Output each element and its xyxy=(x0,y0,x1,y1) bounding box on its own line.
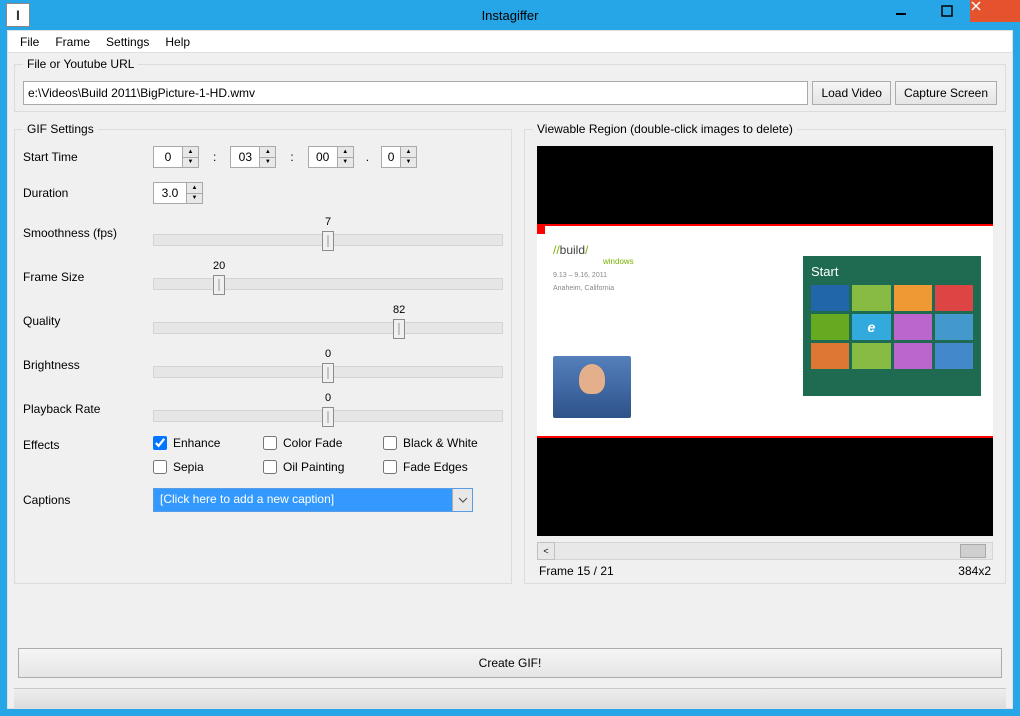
quality-value: 82 xyxy=(153,304,503,316)
maximize-button[interactable] xyxy=(924,0,970,22)
minimize-button[interactable] xyxy=(878,0,924,22)
enhance-checkbox[interactable] xyxy=(153,436,167,450)
app-icon: I xyxy=(6,3,30,27)
url-legend: File or Youtube URL xyxy=(23,57,138,71)
capture-screen-button[interactable]: Capture Screen xyxy=(895,81,997,105)
scrollbar-thumb[interactable] xyxy=(960,544,986,558)
frame-size-label: Frame Size xyxy=(23,270,153,284)
start-ss-down[interactable]: ▼ xyxy=(338,158,353,168)
url-fieldset: File or Youtube URL Load Video Capture S… xyxy=(14,57,1006,112)
start-hh-input[interactable] xyxy=(153,146,183,168)
scroll-left-button[interactable]: < xyxy=(537,542,555,560)
statusbar xyxy=(14,688,1006,708)
presenter-thumbnail xyxy=(553,356,631,418)
smoothness-thumb[interactable] xyxy=(322,231,334,251)
viewer-legend: Viewable Region (double-click images to … xyxy=(533,122,797,136)
playback-thumb[interactable] xyxy=(322,407,334,427)
quality-label: Quality xyxy=(23,314,153,328)
menu-frame[interactable]: Frame xyxy=(47,32,98,52)
frame-size-slider[interactable] xyxy=(153,278,503,290)
start-ff-down[interactable]: ▼ xyxy=(401,158,416,168)
menu-file[interactable]: File xyxy=(12,32,47,52)
create-gif-button[interactable]: Create GIF! xyxy=(18,648,1002,678)
gif-legend: GIF Settings xyxy=(23,122,98,136)
captions-placeholder: [Click here to add a new caption] xyxy=(154,489,452,511)
start-ff-up[interactable]: ▲ xyxy=(401,147,416,158)
load-video-button[interactable]: Load Video xyxy=(812,81,891,105)
start-hh-down[interactable]: ▼ xyxy=(183,158,198,168)
start-ss-up[interactable]: ▲ xyxy=(338,147,353,158)
captions-label: Captions xyxy=(23,493,153,507)
bw-checkbox[interactable] xyxy=(383,436,397,450)
menu-help[interactable]: Help xyxy=(157,32,198,52)
close-button[interactable] xyxy=(970,0,1020,22)
duration-input[interactable] xyxy=(153,182,187,204)
frame-counter: Frame 15 / 21 xyxy=(539,564,614,578)
frame-size-thumb[interactable] xyxy=(213,275,225,295)
playback-value: 0 xyxy=(153,392,503,404)
brightness-thumb[interactable] xyxy=(322,363,334,383)
gif-settings-fieldset: GIF Settings Start Time ▲▼ : ▲▼ : ▲▼ . ▲… xyxy=(14,122,512,584)
sepia-checkbox[interactable] xyxy=(153,460,167,474)
duration-up[interactable]: ▲ xyxy=(187,183,202,194)
brightness-value: 0 xyxy=(153,348,503,360)
menubar: File Frame Settings Help xyxy=(8,31,1012,53)
start-ff-input[interactable] xyxy=(381,146,401,168)
viewer-fieldset: Viewable Region (double-click images to … xyxy=(524,122,1006,584)
chevron-down-icon[interactable] xyxy=(452,489,472,511)
start-mm-up[interactable]: ▲ xyxy=(260,147,275,158)
preview-image[interactable]: //build/ windows 9.13 – 9.16, 2011 Anahe… xyxy=(537,146,993,536)
smoothness-value: 7 xyxy=(153,216,503,228)
frame-scrollbar[interactable] xyxy=(555,542,993,560)
window-title: Instagiffer xyxy=(482,8,539,23)
start-ss-input[interactable] xyxy=(308,146,338,168)
oil-checkbox[interactable] xyxy=(263,460,277,474)
start-mm-down[interactable]: ▼ xyxy=(260,158,275,168)
start-mm-input[interactable] xyxy=(230,146,260,168)
playback-label: Playback Rate xyxy=(23,402,153,416)
brightness-label: Brightness xyxy=(23,358,153,372)
duration-label: Duration xyxy=(23,186,153,200)
fade-edges-checkbox[interactable] xyxy=(383,460,397,474)
smoothness-label: Smoothness (fps) xyxy=(23,226,153,240)
effects-label: Effects xyxy=(23,438,153,452)
color-fade-checkbox[interactable] xyxy=(263,436,277,450)
menu-settings[interactable]: Settings xyxy=(98,32,157,52)
start-time-label: Start Time xyxy=(23,150,153,164)
frame-dimensions: 384x2 xyxy=(958,564,991,578)
start-screen: Start e xyxy=(803,256,981,396)
quality-slider[interactable] xyxy=(153,322,503,334)
duration-down[interactable]: ▼ xyxy=(187,194,202,204)
quality-thumb[interactable] xyxy=(393,319,405,339)
captions-select[interactable]: [Click here to add a new caption] xyxy=(153,488,473,512)
frame-size-value: 20 xyxy=(153,260,503,272)
url-input[interactable] xyxy=(23,81,808,105)
start-hh-up[interactable]: ▲ xyxy=(183,147,198,158)
